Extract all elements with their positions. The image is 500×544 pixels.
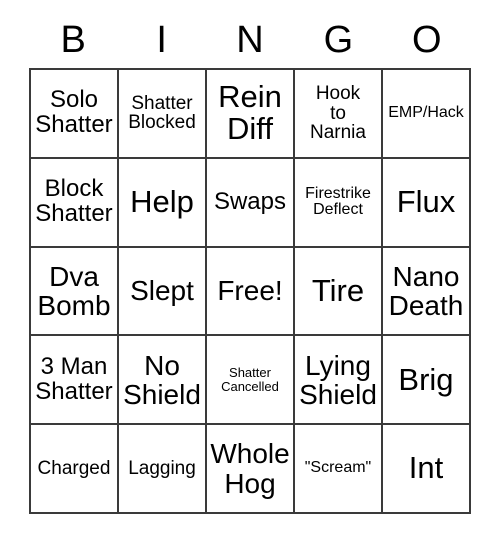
bingo-cell-label: "Scream" [304,459,372,477]
bingo-cell[interactable]: Lying Shield [295,336,383,426]
bingo-cell-label: 3 Man Shatter [35,352,113,405]
bingo-cell-label: Block Shatter [35,175,113,228]
bingo-cell-label: No Shield [123,349,201,410]
bingo-cell-label: Brig [398,361,454,397]
bingo-cell[interactable]: Dva Bomb [31,247,119,337]
bingo-cell-label: Shatter Blocked [128,92,196,134]
bingo-cell-label: Lagging [128,457,196,479]
bingo-row: Dva Bomb Slept Free! Tire Nano Death [31,247,471,337]
bingo-cell-label: Int [408,450,444,486]
bingo-cell-label: Help [130,184,194,220]
bingo-cell-label: Swaps [213,187,287,215]
bingo-header-letter-n: N [236,19,264,61]
bingo-cell[interactable]: Block Shatter [31,158,119,248]
bingo-cell[interactable]: Brig [383,336,471,426]
bingo-header: B I N G O [29,17,471,63]
bingo-cell-label: Hook to Narnia [310,82,366,144]
bingo-cell-label: Charged [37,457,111,479]
bingo-cell-free[interactable]: Free! [207,247,295,337]
bingo-cell[interactable]: Hook to Narnia [295,70,383,159]
bingo-cell[interactable]: No Shield [119,336,207,426]
bingo-cell[interactable]: Tire [295,247,383,337]
bingo-cell[interactable]: Solo Shatter [31,70,119,159]
bingo-row: Solo Shatter Shatter Blocked Rein Diff H… [31,70,471,159]
bingo-cell-label: Tire [311,272,365,308]
bingo-cell[interactable]: Slept [119,247,207,337]
bingo-cell-label: Shatter Cancelled [221,365,279,394]
bingo-cell-label: Dva Bomb [37,260,111,321]
bingo-cell-label: Solo Shatter [35,86,113,139]
bingo-cell[interactable]: Shatter Cancelled [207,336,295,426]
bingo-cell[interactable]: Swaps [207,158,295,248]
bingo-cell-label: Slept [130,275,194,307]
bingo-cell-label: Whole Hog [210,438,290,499]
bingo-cell[interactable]: Help [119,158,207,248]
bingo-cell[interactable]: Nano Death [383,247,471,337]
bingo-row: Block Shatter Help Swaps Firestrike Defl… [31,158,471,248]
bingo-cell-label: Nano Death [388,260,464,321]
bingo-cell[interactable]: EMP/Hack [383,70,471,159]
bingo-cell-label: Rein Diff [218,79,282,147]
bingo-header-letter-i: I [156,19,167,61]
bingo-row: 3 Man Shatter No Shield Shatter Cancelle… [31,336,471,426]
bingo-cell-label: Flux [396,184,456,220]
bingo-cell[interactable]: Flux [383,158,471,248]
bingo-cell-label: EMP/Hack [388,104,464,122]
bingo-cell[interactable]: Rein Diff [207,70,295,159]
bingo-header-letter-g: G [323,19,354,61]
bingo-header-letter-b: B [60,19,86,61]
bingo-cell[interactable]: Firestrike Deflect [295,158,383,248]
bingo-cell[interactable]: Shatter Blocked [119,70,207,159]
bingo-cell[interactable]: Lagging [119,425,207,514]
bingo-cell-label: Firestrike Deflect [305,184,371,219]
bingo-row: Charged Lagging Whole Hog "Scream" Int [31,425,471,514]
bingo-cell[interactable]: Whole Hog [207,425,295,514]
bingo-grid: Solo Shatter Shatter Blocked Rein Diff H… [29,68,471,514]
bingo-cell-label: Free! [217,275,283,307]
bingo-header-letter-o: O [412,19,442,61]
bingo-cell[interactable]: Int [383,425,471,514]
bingo-cell-label: Lying Shield [299,349,377,410]
bingo-cell[interactable]: 3 Man Shatter [31,336,119,426]
bingo-cell[interactable]: Charged [31,425,119,514]
bingo-cell[interactable]: "Scream" [295,425,383,514]
bingo-card: B I N G O Solo Shatter Shatter Blocked R… [0,0,500,544]
